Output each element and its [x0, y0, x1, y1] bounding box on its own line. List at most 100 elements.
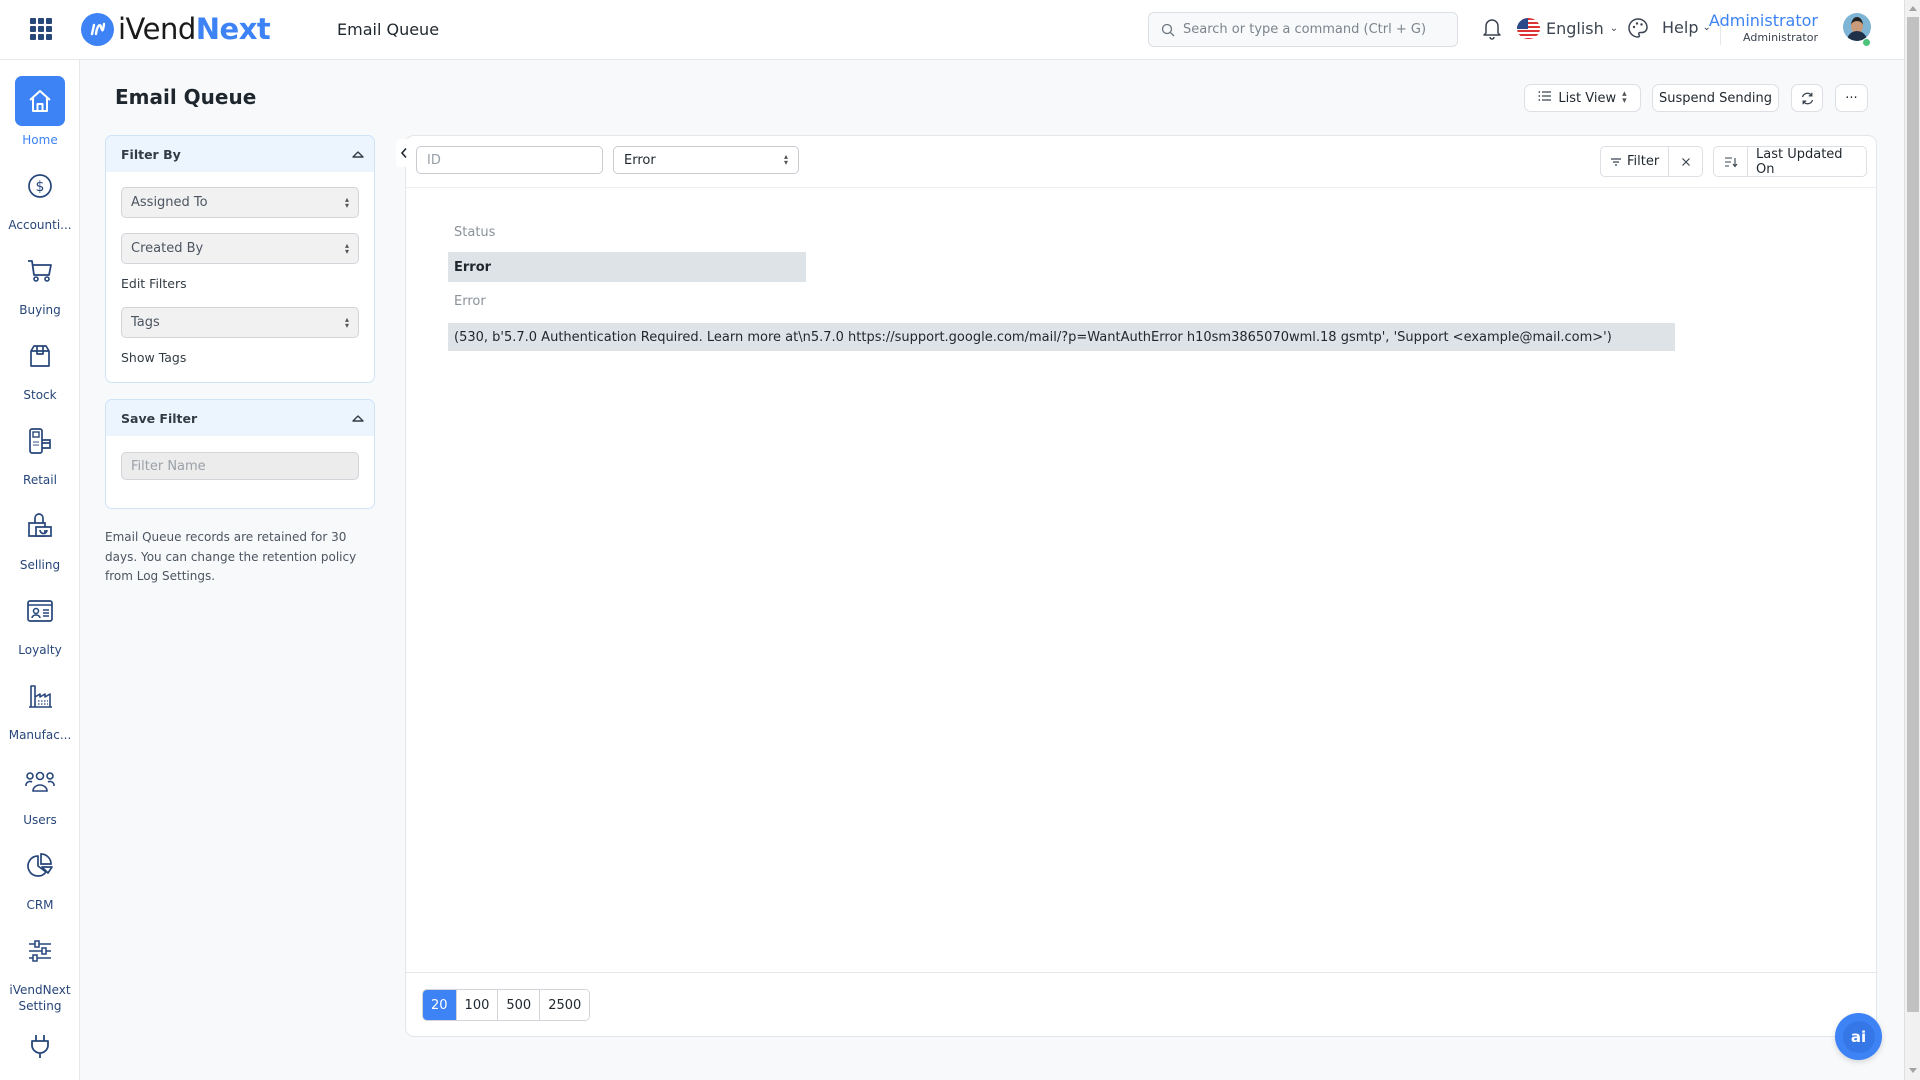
status-filter-value: Error	[624, 152, 656, 168]
sidebar-item-selling[interactable]: Selling	[0, 501, 80, 573]
filter-by-header[interactable]: Filter By	[106, 136, 374, 172]
assigned-to-select[interactable]: Assigned To ▴ ▾	[121, 187, 359, 218]
top-bar: iVendNext Email Queue English ⌄ Help ⌄ A…	[0, 0, 1904, 60]
sidebar-item-stock[interactable]: Stock	[0, 331, 80, 403]
sidebar-item-label: Stock	[23, 388, 57, 402]
filter-button-group: Filter	[1600, 146, 1703, 177]
help-label: Help	[1662, 18, 1699, 37]
filter-by-title: Filter By	[121, 146, 181, 162]
avatar[interactable]	[1843, 13, 1871, 41]
filter-lines-icon	[1611, 157, 1622, 166]
save-filter-card: Save Filter	[105, 399, 375, 509]
status-filter-select[interactable]: Error ▴ ▾	[613, 146, 799, 174]
suspend-sending-button[interactable]: Suspend Sending	[1652, 84, 1779, 112]
search-bar[interactable]	[1148, 12, 1458, 47]
list-panel: Error ▴▾ Filter Last Updated On Status E…	[405, 135, 1877, 1037]
cart-icon	[15, 246, 65, 296]
svg-text:$: $	[36, 179, 45, 195]
tags-label: Tags	[131, 315, 160, 330]
users-icon	[15, 756, 65, 806]
assigned-to-label: Assigned To	[131, 195, 208, 210]
show-tags-link[interactable]: Show Tags	[121, 350, 359, 365]
sidebar-item-ivendnext-setting[interactable]: iVendNext Setting	[0, 926, 80, 1014]
status-value[interactable]: Error	[448, 252, 806, 282]
created-by-select[interactable]: Created By ▴ ▾	[121, 233, 359, 264]
sidebar-item-loyalty[interactable]: Loyalty	[0, 586, 80, 658]
ai-icon: ai	[1842, 1020, 1875, 1053]
sort-field-button[interactable]: Last Updated On	[1747, 147, 1866, 177]
chevron-down-icon: ⌄	[1609, 23, 1619, 34]
list-view-label: List View	[1558, 90, 1617, 106]
filter-button[interactable]: Filter	[1601, 147, 1668, 176]
clear-filter-button[interactable]	[1668, 147, 1702, 176]
sidebar-item-accounting[interactable]: $ Accounti...	[0, 161, 80, 233]
online-status-dot	[1862, 38, 1871, 47]
us-flag-icon	[1517, 18, 1540, 39]
notifications-bell-icon[interactable]	[1481, 16, 1503, 44]
theme-palette-icon[interactable]	[1627, 17, 1649, 43]
app-name: iVendNext	[118, 12, 271, 46]
apps-grid-icon[interactable]	[30, 18, 52, 40]
refresh-button[interactable]	[1791, 84, 1823, 112]
sidebar-item-label: Buying	[19, 303, 61, 317]
error-label: Error	[454, 294, 486, 309]
save-filter-title: Save Filter	[121, 410, 198, 426]
breadcrumb[interactable]: Email Queue	[337, 20, 439, 39]
footer-divider	[406, 972, 1876, 973]
scroll-up-arrow-icon[interactable]	[1909, 6, 1917, 11]
page-size-500[interactable]: 500	[497, 990, 540, 1020]
sidebar-item-label: iVendNext Setting	[9, 983, 71, 1013]
search-input[interactable]	[1183, 22, 1443, 37]
language-label: English	[1546, 19, 1604, 38]
more-options-button[interactable]: ···	[1835, 84, 1868, 112]
id-filter-input[interactable]	[416, 146, 603, 174]
page-scrollbar[interactable]	[1904, 0, 1920, 1080]
page-size-2500[interactable]: 2500	[539, 990, 590, 1020]
page-size-100[interactable]: 100	[455, 990, 498, 1020]
page-length-selector: 20 100 500 2500	[422, 989, 591, 1021]
error-value[interactable]: (530, b'5.7.0 Authentication Required. L…	[448, 323, 1675, 351]
list-icon	[1538, 90, 1552, 106]
user-menu[interactable]: Administrator Administrator	[1709, 11, 1818, 45]
sidebar-nav: Home $ Accounti... Buying Stock Retail S…	[0, 60, 80, 1080]
logo-mark-icon	[81, 12, 114, 46]
language-selector[interactable]: English ⌄	[1517, 18, 1618, 39]
edit-filters-link[interactable]: Edit Filters	[121, 276, 359, 291]
sort-direction-button[interactable]	[1714, 147, 1747, 176]
select-arrows-icon: ▴ ▾	[344, 314, 349, 330]
select-arrows-icon: ▴ ▾	[344, 240, 349, 256]
sidebar-item-retail[interactable]: Retail	[0, 416, 80, 488]
sidebar-item-users[interactable]: Users	[0, 756, 80, 828]
collapse-sidebar-button[interactable]	[396, 139, 412, 167]
sidebar-item-label: Retail	[23, 473, 57, 487]
app-logo[interactable]: iVendNext	[81, 12, 271, 46]
sidebar-item-home[interactable]: Home	[0, 76, 80, 148]
select-arrows-icon: ▴ ▾	[344, 194, 349, 210]
shopping-bag-icon	[15, 501, 65, 551]
ai-assistant-button[interactable]: ai	[1835, 1013, 1882, 1060]
sidebar-item-label: Loyalty	[18, 643, 62, 657]
created-by-label: Created By	[131, 241, 204, 256]
scroll-down-arrow-icon[interactable]	[1909, 1068, 1917, 1073]
scrollbar-thumb[interactable]	[1907, 17, 1919, 1012]
sidebar-item-manufacturing[interactable]: Manufac...	[0, 671, 80, 743]
collapse-up-icon[interactable]	[352, 150, 364, 158]
filter-name-input[interactable]	[121, 452, 359, 480]
filter-by-card: Filter By Assigned To ▴ ▾ Created By ▴ ▾ E…	[105, 135, 375, 383]
sort-button-group: Last Updated On	[1713, 146, 1867, 177]
sort-descending-icon	[1724, 156, 1737, 167]
sidebar-item-integrations[interactable]	[0, 1028, 80, 1064]
collapse-up-icon[interactable]	[352, 414, 364, 422]
retention-note: Email Queue records are retained for 30 …	[105, 530, 357, 583]
refresh-icon	[1801, 92, 1813, 104]
sidebar-item-buying[interactable]: Buying	[0, 246, 80, 318]
list-view-selector[interactable]: List View ▴ ▾	[1524, 84, 1641, 112]
page-size-20[interactable]: 20	[423, 990, 456, 1020]
sidebar-item-label: Accounti...	[8, 218, 72, 232]
save-filter-header[interactable]: Save Filter	[106, 400, 374, 436]
help-menu[interactable]: Help ⌄	[1662, 18, 1711, 37]
tags-select[interactable]: Tags ▴ ▾	[121, 307, 359, 338]
box-icon	[15, 331, 65, 381]
sidebar-item-crm[interactable]: CRM	[0, 841, 80, 913]
id-card-icon	[15, 586, 65, 636]
